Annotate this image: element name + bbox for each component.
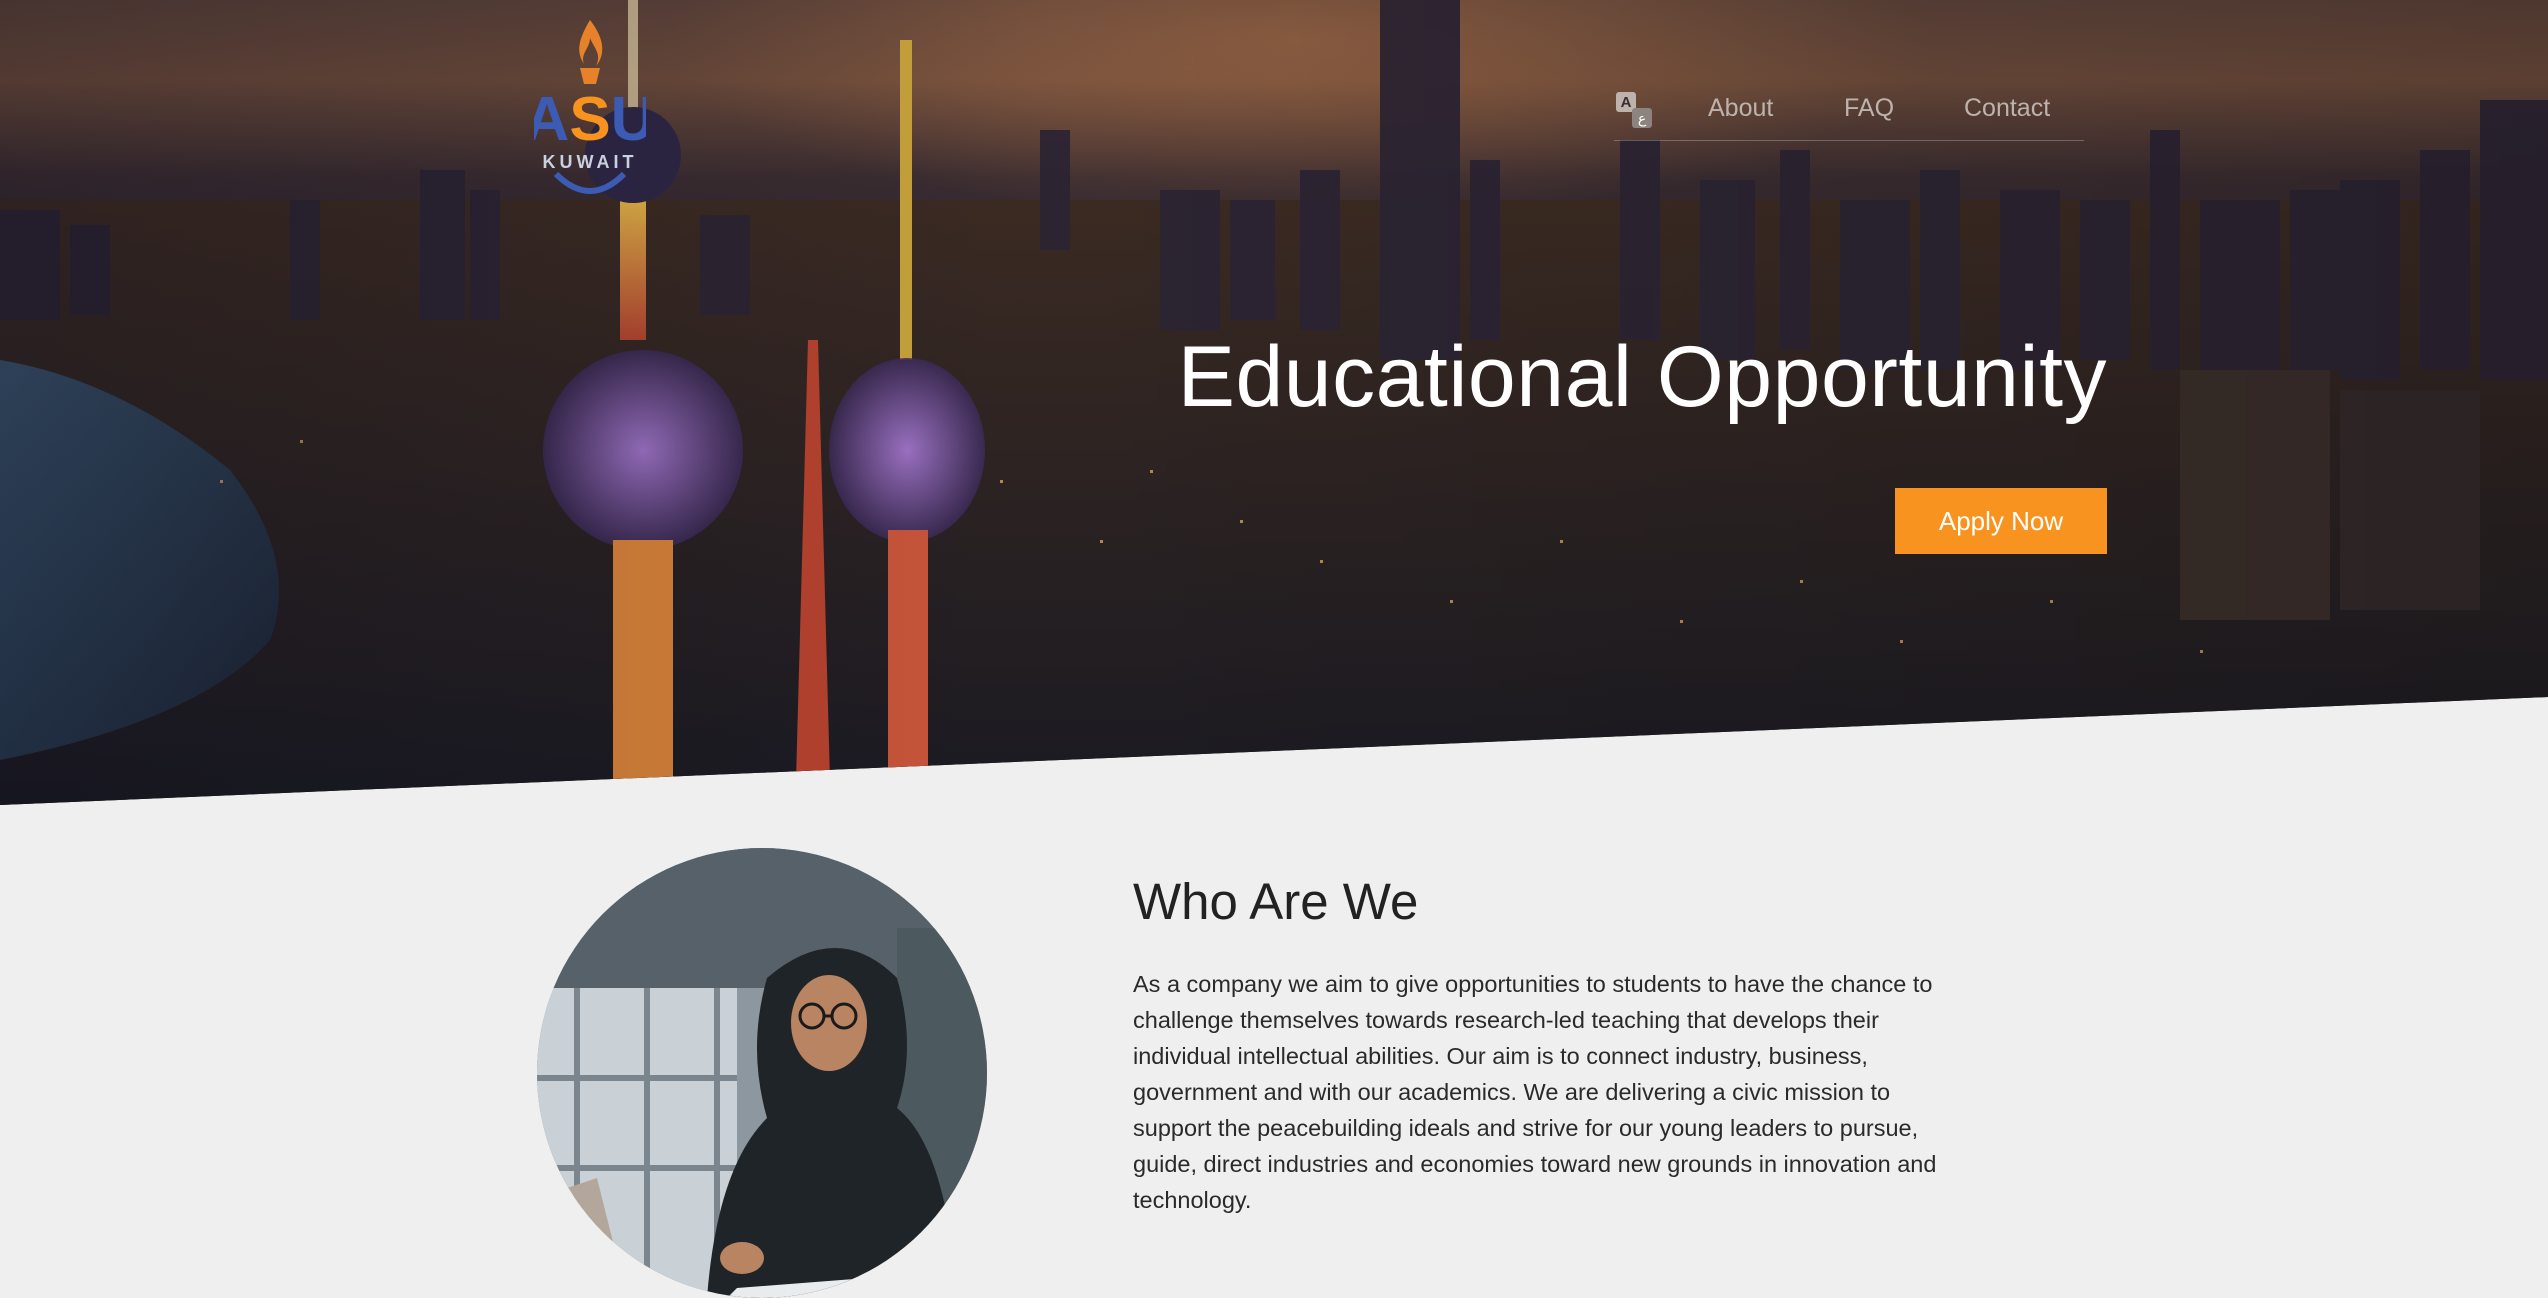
nav-faq-link[interactable]: FAQ bbox=[1844, 94, 1894, 123]
svg-text:A: A bbox=[1621, 94, 1632, 111]
student-portrait-image bbox=[537, 848, 987, 1298]
nav-contact-link[interactable]: Contact bbox=[1964, 94, 2050, 123]
apply-now-button[interactable]: Apply Now bbox=[1895, 488, 2107, 554]
svg-text:ع: ع bbox=[1638, 111, 1647, 127]
asu-kuwait-logo[interactable]: ASU KUWAIT bbox=[534, 18, 646, 198]
hero-title: Educational Opportunity bbox=[1177, 329, 2107, 425]
main-navigation: A ع About FAQ Contact bbox=[1614, 86, 2084, 141]
nav-about-link[interactable]: About bbox=[1708, 94, 1773, 123]
about-heading: Who Are We bbox=[1133, 873, 1419, 930]
hero-banner: ASU KUWAIT A ع About FAQ Contact Educati… bbox=[0, 0, 2548, 805]
svg-text:ASU: ASU bbox=[534, 85, 646, 154]
svg-text:KUWAIT: KUWAIT bbox=[543, 152, 638, 172]
translate-icon[interactable]: A ع bbox=[1614, 90, 1654, 130]
about-description: As a company we aim to give opportunitie… bbox=[1133, 971, 1937, 1213]
